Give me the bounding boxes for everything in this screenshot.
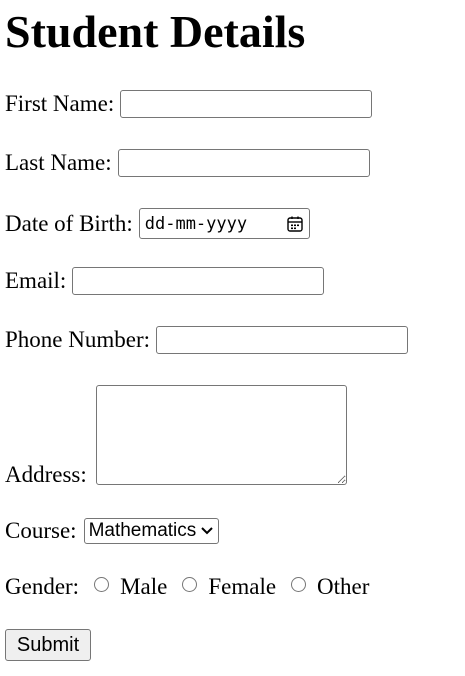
email-label: Email: (5, 268, 67, 293)
gender-other-radio[interactable] (291, 576, 307, 592)
first-name-label: First Name: (5, 91, 115, 116)
phone-input[interactable] (156, 326, 409, 354)
dob-input[interactable]: dd-mm-yyyy (138, 208, 310, 239)
course-select[interactable]: Mathematics (83, 518, 220, 544)
last-name-input[interactable] (117, 149, 370, 177)
course-row: Course: Mathematics (5, 518, 220, 544)
gender-row: Gender: Male Female Other (5, 574, 369, 600)
dob-row: Date of Birth: dd-mm-yyyy (5, 208, 310, 239)
gender-male-radio[interactable] (94, 576, 110, 592)
first-name-row: First Name: (5, 90, 373, 118)
dob-label: Date of Birth: (5, 210, 133, 236)
phone-label: Phone Number: (5, 327, 151, 352)
gender-other-label: Other (317, 574, 370, 599)
submit-button[interactable]: Submit (5, 629, 91, 661)
address-label: Address: (5, 462, 87, 487)
gender-male-label: Male (120, 574, 168, 599)
email-row: Email: (5, 267, 325, 295)
page-title: Student Details (5, 6, 306, 57)
first-name-input[interactable] (120, 90, 373, 118)
dob-placeholder: dd-mm-yyyy (144, 213, 248, 234)
phone-row: Phone Number: (5, 326, 409, 354)
gender-female-radio[interactable] (182, 576, 198, 592)
course-label: Course: (5, 518, 77, 543)
address-textarea[interactable] (96, 385, 347, 485)
gender-female-label: Female (208, 574, 277, 599)
last-name-row: Last Name: (5, 149, 370, 177)
gender-label: Gender: (5, 574, 80, 599)
course-selected-value: Mathematics (88, 520, 197, 541)
email-input[interactable] (72, 267, 325, 295)
last-name-label: Last Name: (5, 150, 112, 175)
chevron-down-icon (201, 527, 213, 535)
calendar-icon[interactable] (286, 215, 304, 233)
